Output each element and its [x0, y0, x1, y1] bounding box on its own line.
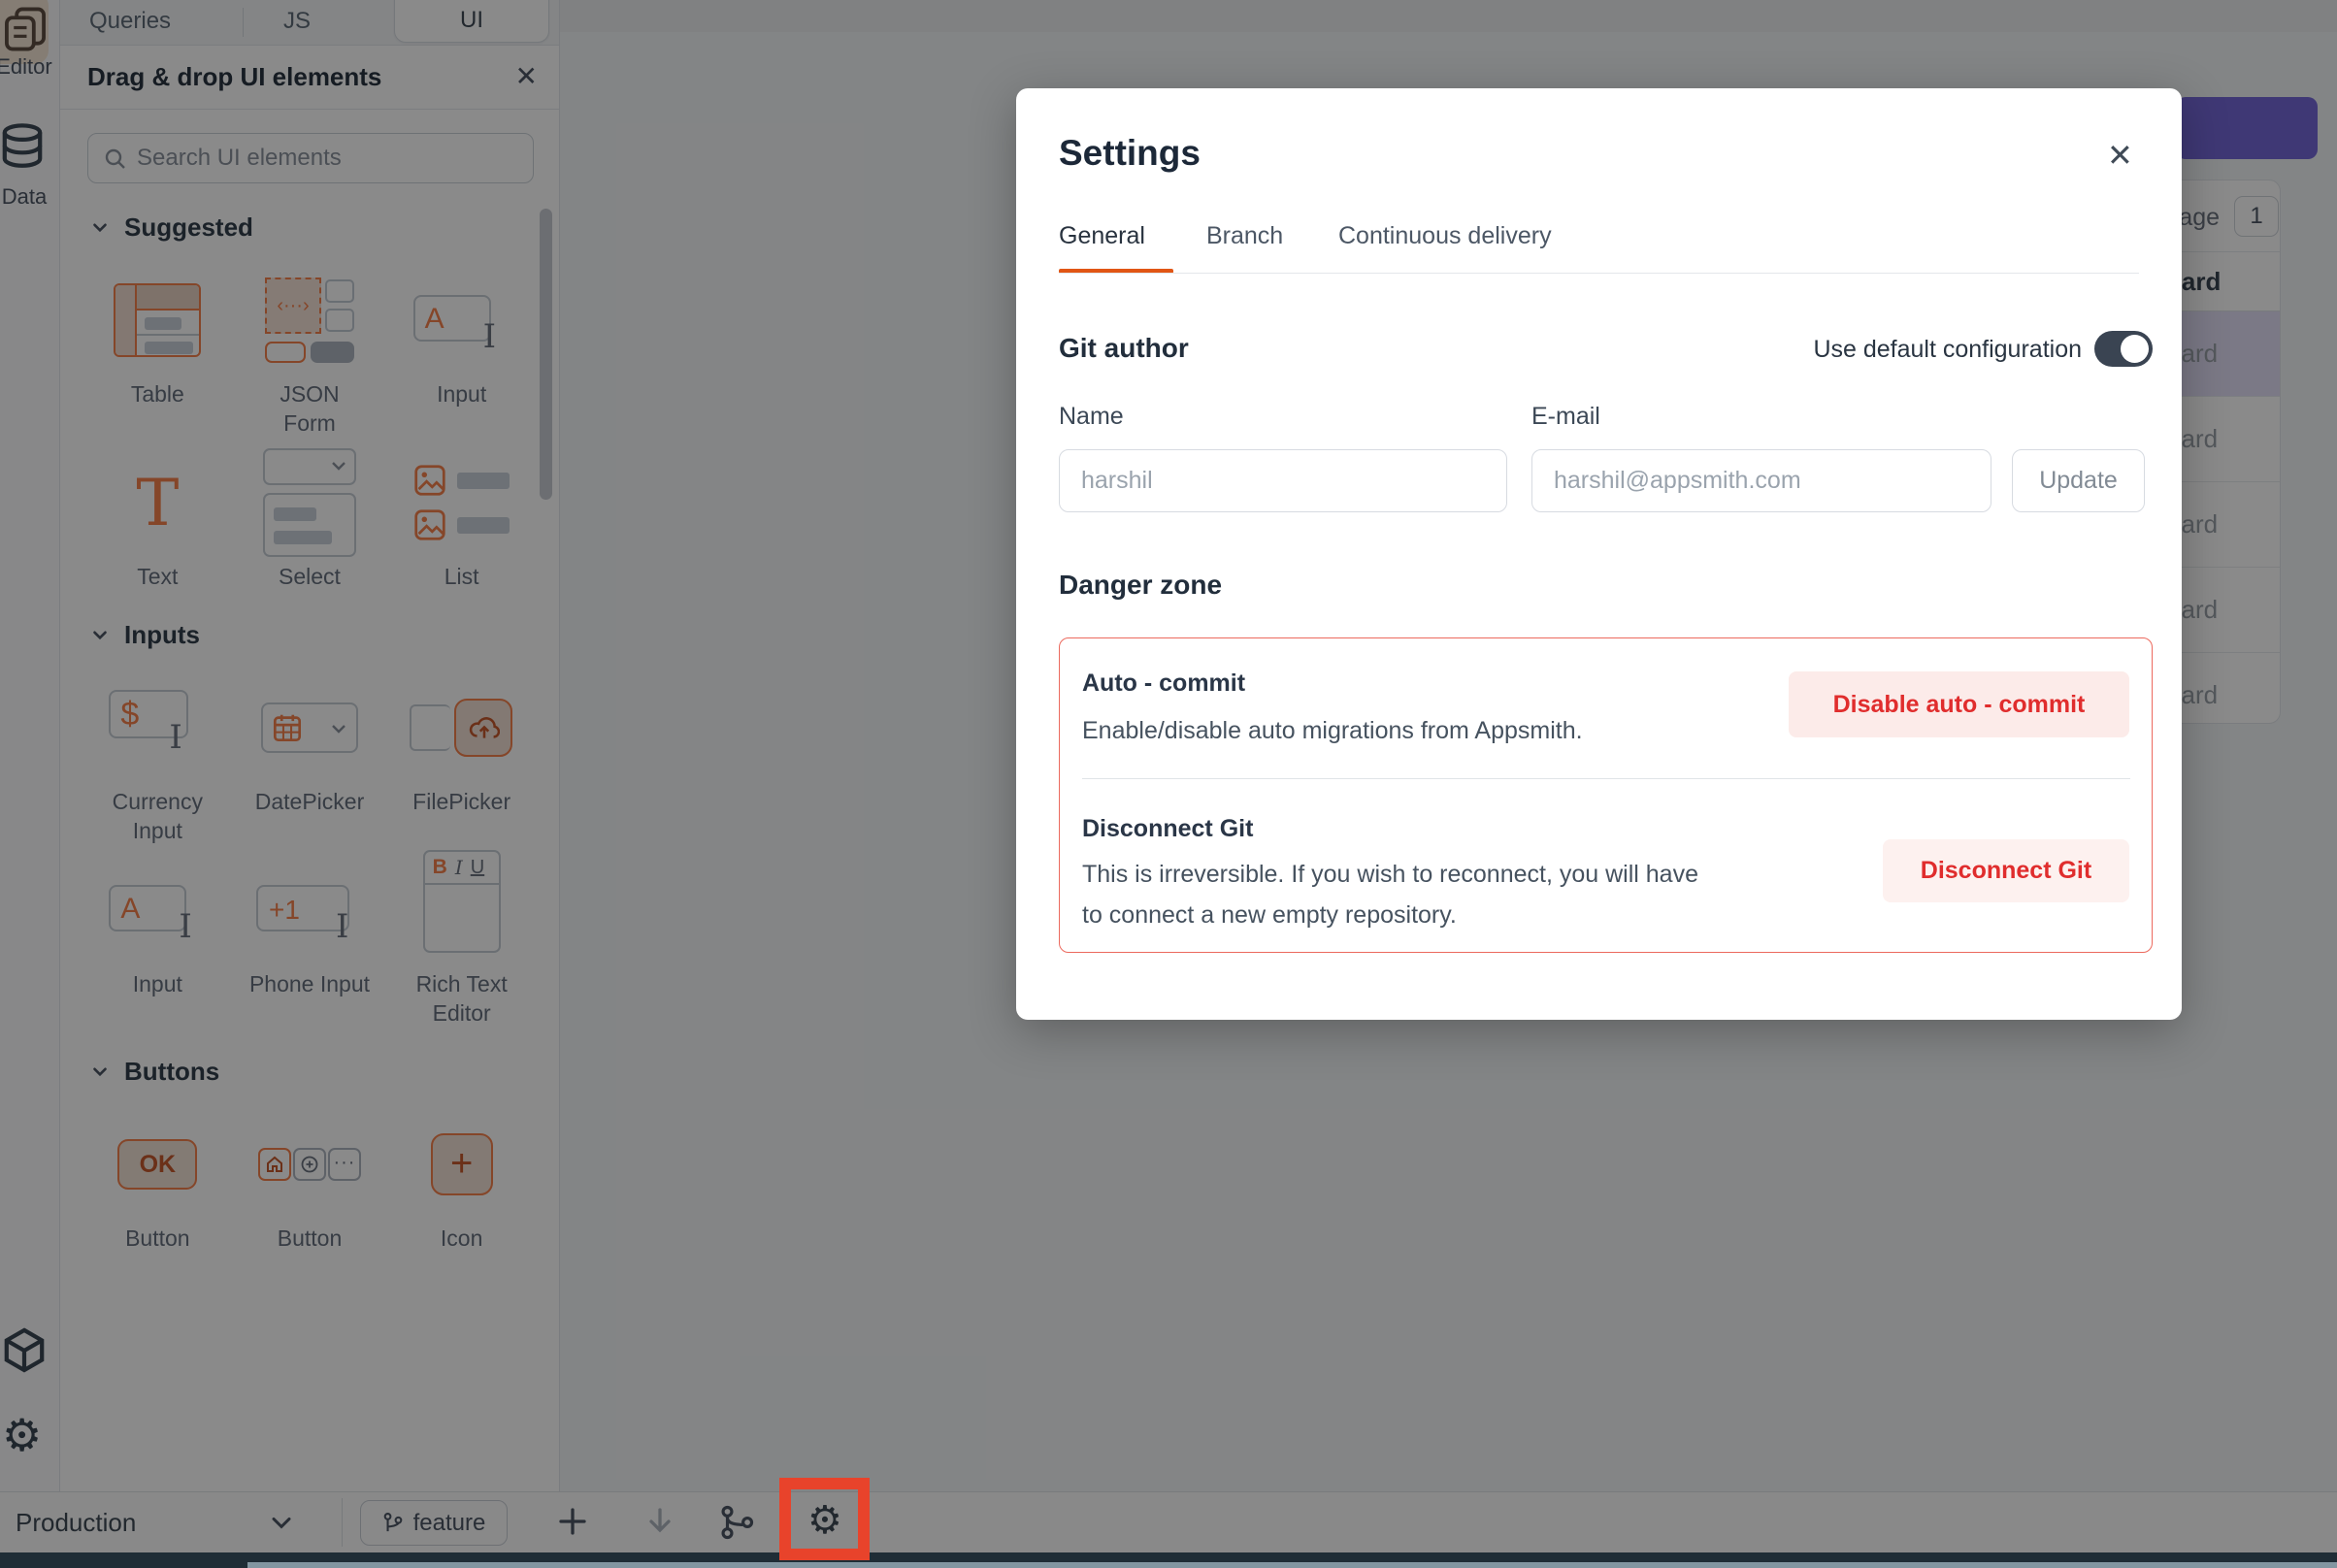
use-default-config-toggle[interactable] — [2094, 331, 2153, 367]
tabs-divider — [1059, 273, 2139, 274]
git-settings-modal: Settings ✕ General Branch Continuous del… — [1016, 88, 2182, 1020]
danger-zone-heading: Danger zone — [1059, 570, 1222, 601]
toggle-knob — [2121, 335, 2149, 363]
auto-commit-title: Auto - commit — [1082, 670, 1245, 698]
disconnect-git-button[interactable]: Disconnect Git — [1883, 839, 2129, 902]
email-label: E-mail — [1531, 403, 1600, 431]
disable-auto-commit-button[interactable]: Disable auto - commit — [1789, 671, 2129, 737]
use-default-config-label: Use default configuration — [1016, 336, 2082, 364]
name-field[interactable] — [1059, 449, 1507, 512]
name-label: Name — [1059, 403, 1124, 431]
tab-general[interactable]: General — [1059, 222, 1145, 250]
tab-continuous-delivery[interactable]: Continuous delivery — [1338, 222, 1552, 250]
modal-title: Settings — [1059, 133, 1201, 174]
annotation-highlight-box — [779, 1478, 870, 1560]
disconnect-git-title: Disconnect Git — [1082, 815, 1253, 843]
app-screen: Page 1 of Discard Discard Discard Discar… — [0, 0, 2337, 1568]
disconnect-git-description-line1: This is irreversible. If you wish to rec… — [1082, 854, 1698, 895]
desktop-strip-accent — [247, 1562, 2337, 1568]
update-button[interactable]: Update — [2012, 449, 2145, 512]
disconnect-git-description-line2: to connect a new empty repository. — [1082, 895, 1457, 935]
danger-zone-divider — [1082, 778, 2130, 779]
desktop-strip — [0, 1552, 2337, 1568]
close-icon[interactable]: ✕ — [2107, 137, 2133, 174]
danger-zone-box: Auto - commit Enable/disable auto migrat… — [1059, 637, 2153, 953]
tab-branch[interactable]: Branch — [1206, 222, 1283, 250]
email-field[interactable] — [1531, 449, 1991, 512]
auto-commit-description: Enable/disable auto migrations from Apps… — [1082, 710, 1583, 751]
